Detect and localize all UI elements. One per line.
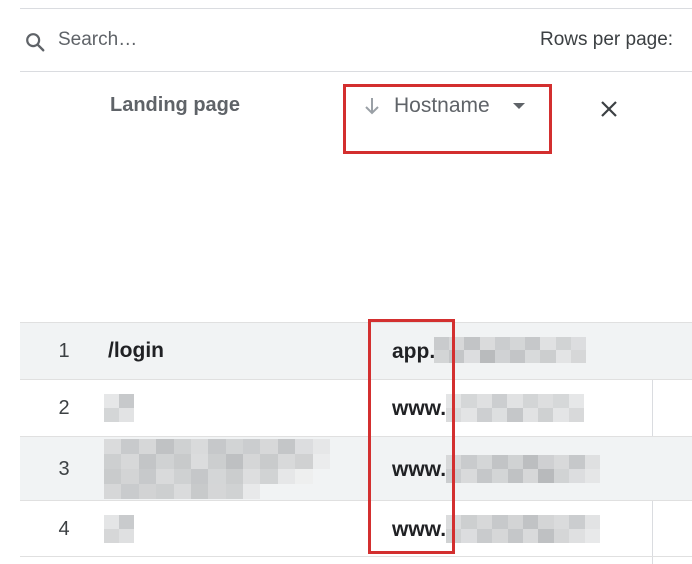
hostname-cell: www. — [392, 397, 447, 420]
table-body: 1 /login app. 2 www. 3 www. 4 www. — [20, 322, 692, 557]
row-index: 4 — [58, 518, 70, 540]
caret-down-icon[interactable] — [512, 101, 526, 111]
row-index: 1 — [58, 340, 70, 362]
landing-page-cell[interactable]: /login — [108, 339, 164, 363]
column-header-landing-page[interactable]: Landing page — [110, 94, 240, 117]
arrow-down-icon — [365, 98, 379, 115]
search-input[interactable] — [58, 26, 358, 54]
row-index: 3 — [58, 458, 70, 480]
redacted-hostname — [446, 515, 600, 543]
hostname-cell: www. — [392, 518, 447, 541]
redacted-landing-page — [104, 394, 134, 422]
redacted-hostname — [434, 337, 586, 363]
report-table-page: Rows per page: Landing page Hostname 1 /… — [0, 0, 692, 564]
table-row[interactable]: 4 www. — [20, 500, 692, 557]
close-icon[interactable] — [598, 98, 620, 120]
table-row[interactable]: 3 www. — [20, 436, 692, 500]
table-header: Landing page Hostname — [20, 72, 692, 322]
redacted-landing-page — [104, 439, 330, 499]
redacted-hostname — [446, 394, 584, 422]
redacted-hostname — [446, 455, 600, 483]
rows-per-page-label: Rows per page: — [540, 29, 674, 50]
column-header-hostname[interactable]: Hostname — [362, 86, 526, 126]
redacted-landing-page — [104, 515, 134, 543]
hostname-cell: app. — [392, 340, 436, 363]
hostname-cell: www. — [392, 458, 447, 481]
table-toolbar: Rows per page: — [20, 9, 692, 72]
hostname-label: Hostname — [394, 94, 490, 117]
table-row[interactable]: 1 /login app. — [20, 322, 692, 379]
search-icon — [26, 33, 45, 52]
table-bottom-divider — [20, 556, 692, 557]
row-index: 2 — [58, 397, 70, 419]
table-row[interactable]: 2 www. — [20, 379, 692, 436]
